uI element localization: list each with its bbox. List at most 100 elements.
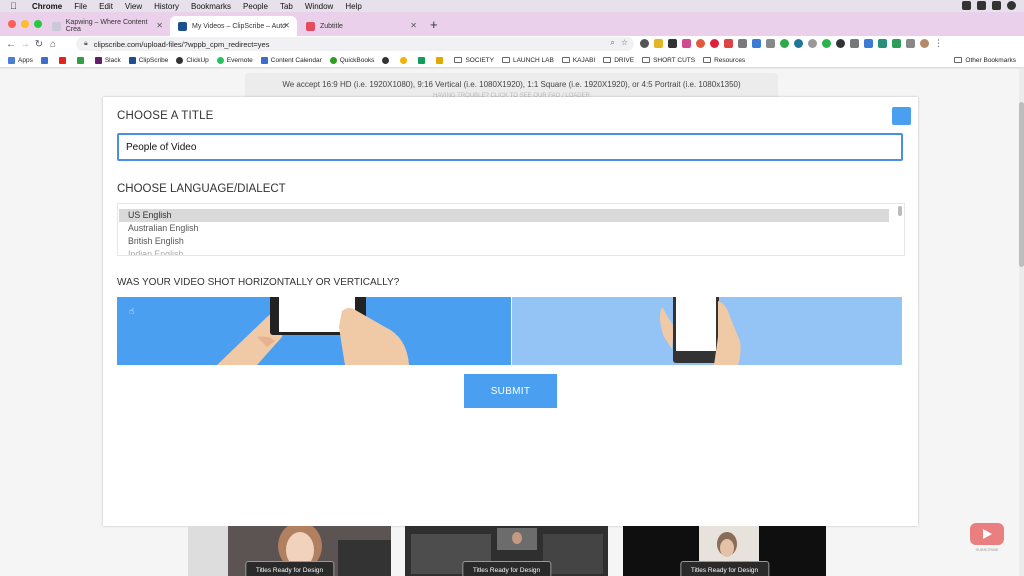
submit-button[interactable]: SUBMIT — [464, 374, 557, 408]
close-tab-icon[interactable]: ✕ — [283, 21, 290, 30]
close-tab-icon[interactable]: ✕ — [410, 21, 417, 30]
bookmark-clipscribe[interactable]: ClipScribe — [128, 56, 168, 64]
youtube-subscribe-label: SUBSCRIBE — [975, 547, 999, 552]
extension-icon[interactable] — [836, 39, 845, 48]
bookmarks-bar: Apps Slack ClipScribe ClickUp Evernote C… — [0, 53, 1024, 68]
bookmark-icon-only[interactable] — [436, 56, 446, 64]
bookmark-evernote[interactable]: Evernote — [216, 56, 253, 64]
bookmark-content-calendar[interactable]: Content Calendar — [260, 56, 322, 64]
bookmark-folder-launch-lab[interactable]: LAUNCH LAB — [501, 57, 554, 64]
eyedropper-icon[interactable] — [738, 39, 747, 48]
menu-app-chrome[interactable]: Chrome — [32, 2, 62, 11]
cloud-icon[interactable] — [977, 1, 986, 10]
language-listbox[interactable]: US English Australian English British En… — [117, 203, 905, 256]
video-card[interactable]: Titles Ready for Design — [623, 526, 826, 576]
page-scrollbar-thumb[interactable] — [1019, 102, 1024, 267]
maximize-window-button[interactable] — [34, 20, 42, 28]
extension-icon[interactable] — [654, 39, 663, 48]
close-window-button[interactable] — [8, 20, 16, 28]
menu-window[interactable]: Window — [305, 2, 333, 11]
extension-icon[interactable] — [752, 39, 761, 48]
tab-zubtitle[interactable]: Zubtitle ✕ — [298, 16, 424, 36]
wordpress-icon[interactable] — [794, 39, 803, 48]
bookmark-icon-only[interactable] — [40, 56, 51, 64]
clipscribe-favicon-icon — [178, 21, 187, 31]
new-tab-button[interactable]: + — [430, 17, 438, 32]
address-bar[interactable]: 🔒︎ clipscribe.com/upload-files/?wppb_cpm… — [76, 37, 634, 51]
menu-file[interactable]: File — [74, 2, 87, 11]
extension-icon[interactable] — [668, 39, 677, 48]
extension-icon[interactable] — [892, 39, 901, 48]
extension-icon[interactable] — [808, 39, 817, 48]
star-icon[interactable]: ☆ — [621, 38, 628, 48]
home-icon[interactable]: ⌂ — [46, 39, 60, 50]
tab-kapwing[interactable]: Kapwing – Where Content Crea ✕ — [44, 16, 170, 36]
tab-clipscribe[interactable]: My Videos – ClipScribe – Auto ✕ — [170, 16, 297, 36]
grammarly-icon[interactable] — [780, 39, 789, 48]
extension-icon[interactable] — [906, 39, 915, 48]
vertical-orientation-option[interactable] — [512, 297, 902, 365]
bookmark-folder-short-cuts[interactable]: SHORT CUTS — [642, 57, 695, 64]
bookmark-slack[interactable]: Slack — [94, 56, 121, 64]
clock-icon[interactable] — [1007, 1, 1016, 10]
search-icon[interactable]: ⌕ — [610, 38, 614, 48]
extension-icon[interactable] — [682, 39, 691, 48]
kebab-menu-icon[interactable]: ⋮ — [934, 39, 943, 48]
bookmark-icon-only[interactable] — [76, 56, 87, 64]
forward-arrow-icon[interactable]: → — [18, 39, 32, 50]
folder-icon — [603, 57, 612, 63]
youtube-subscribe-icon[interactable] — [969, 522, 1005, 546]
extension-icon[interactable] — [822, 39, 831, 48]
apple-menu-icon[interactable]:  — [10, 1, 24, 11]
tab-label: Kapwing – Where Content Crea — [65, 19, 148, 33]
camera-icon[interactable] — [766, 39, 775, 48]
menu-bookmarks[interactable]: Bookmarks — [191, 2, 231, 11]
language-option-indian-english[interactable]: Indian English — [119, 248, 889, 255]
pinterest-icon[interactable] — [710, 39, 719, 48]
info-icon[interactable] — [640, 39, 649, 48]
bookmark-folder-resources[interactable]: Resources — [703, 57, 745, 64]
color-swatch-button[interactable] — [892, 107, 911, 125]
extension-icon[interactable] — [724, 39, 733, 48]
minimize-window-button[interactable] — [21, 20, 29, 28]
extension-icon[interactable] — [864, 39, 873, 48]
menu-help[interactable]: Help — [345, 2, 361, 11]
title-input[interactable] — [117, 133, 903, 161]
video-card[interactable]: Titles Ready for Design — [405, 526, 608, 576]
extension-icon[interactable] — [878, 39, 887, 48]
bookmark-apps[interactable]: Apps — [8, 56, 33, 64]
extension-icon[interactable] — [696, 39, 705, 48]
menu-history[interactable]: History — [154, 2, 179, 11]
menu-view[interactable]: View — [125, 2, 142, 11]
menu-tab[interactable]: Tab — [280, 2, 293, 11]
bookmark-icon-only[interactable] — [58, 56, 69, 64]
bookmark-other-bookmarks[interactable]: Other Bookmarks — [954, 57, 1016, 64]
bookmark-folder-kajabi[interactable]: KAJABI — [561, 57, 595, 64]
horizontal-orientation-option[interactable]: ☝︎ — [117, 297, 511, 365]
url-text: clipscribe.com/upload-files/?wppb_cpm_re… — [93, 39, 270, 49]
bookmark-icon-only[interactable] — [382, 56, 392, 64]
close-tab-icon[interactable]: ✕ — [156, 21, 163, 30]
page-scrollbar[interactable] — [1019, 69, 1024, 576]
reload-icon[interactable]: ↻ — [32, 39, 46, 50]
back-arrow-icon[interactable]: ← — [4, 39, 18, 50]
omnibox-actions: ⌕ ☆ — [610, 38, 628, 48]
bookmark-clickup[interactable]: ClickUp — [176, 56, 209, 64]
dropbox-icon[interactable] — [962, 1, 971, 10]
bookmark-folder-society[interactable]: SOCIETY — [454, 57, 494, 64]
record-icon[interactable] — [992, 1, 1001, 10]
macos-menubar:  Chrome File Edit View History Bookmark… — [0, 0, 1024, 12]
extension-icon[interactable] — [850, 39, 859, 48]
profile-avatar-icon[interactable] — [920, 39, 929, 48]
language-list-scrollbar[interactable] — [898, 206, 902, 216]
bookmark-icon-only[interactable] — [418, 56, 428, 64]
bookmark-folder-drive[interactable]: DRIVE — [603, 57, 634, 64]
bookmark-icon-only[interactable] — [400, 56, 410, 64]
bookmark-quickbooks[interactable]: QuickBooks — [329, 56, 374, 64]
menu-edit[interactable]: Edit — [99, 2, 113, 11]
video-card[interactable]: Titles Ready for Design — [188, 526, 391, 576]
language-option-british-english[interactable]: British English — [119, 235, 889, 248]
language-option-australian-english[interactable]: Australian English — [119, 222, 889, 235]
menu-people[interactable]: People — [243, 2, 268, 11]
language-option-us-english[interactable]: US English — [119, 209, 889, 222]
